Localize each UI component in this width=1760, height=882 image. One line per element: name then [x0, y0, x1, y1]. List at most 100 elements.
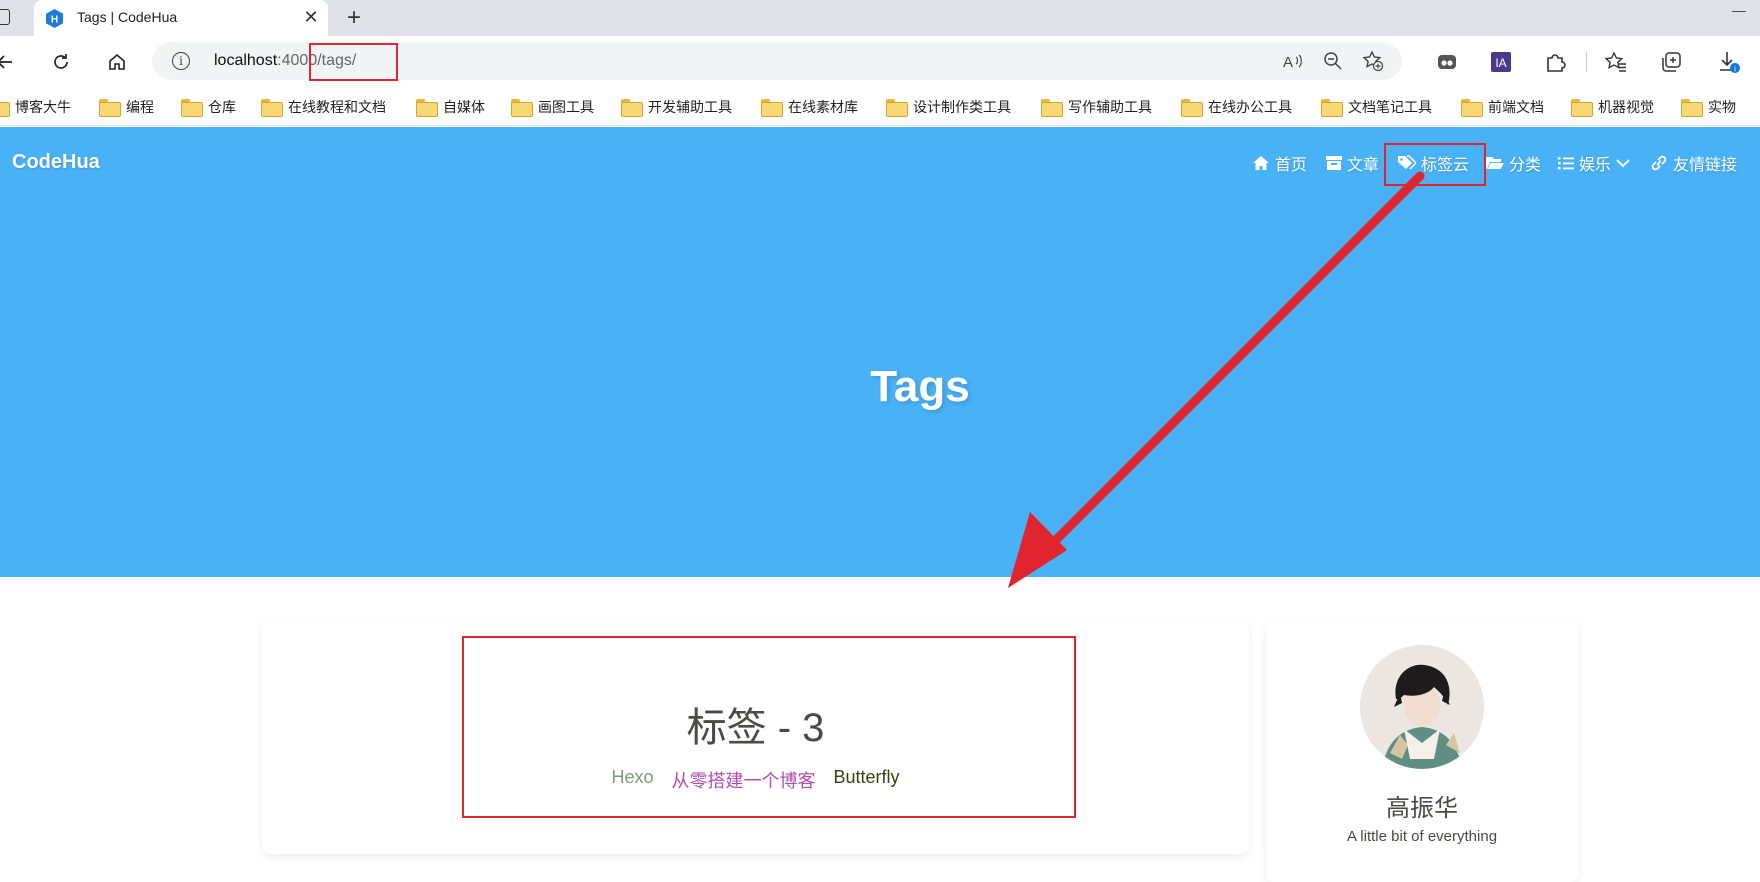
- bookmark-folder[interactable]: 博客大牛: [0, 94, 71, 120]
- home-icon[interactable]: [102, 47, 132, 77]
- bookmark-folder[interactable]: 画图工具: [511, 94, 594, 120]
- menu-item-archives[interactable]: 文章: [1326, 151, 1379, 175]
- bookmark-folder[interactable]: 设计制作类工具: [886, 94, 1011, 120]
- bookmark-folder[interactable]: 仓库: [181, 94, 236, 120]
- menu-item-entertainment[interactable]: 娱乐: [1558, 151, 1630, 175]
- bookmark-folder[interactable]: 自媒体: [416, 94, 485, 120]
- folder-icon: [1321, 99, 1343, 117]
- folder-icon: [621, 99, 643, 117]
- annotation-box-tag-cloud: [462, 636, 1076, 818]
- bookmark-folder[interactable]: 写作辅助工具: [1041, 94, 1152, 120]
- author-name: 高振华: [1386, 795, 1458, 822]
- author-description: A little bit of everything: [1346, 828, 1498, 845]
- extensions-puzzle-icon[interactable]: [1540, 47, 1570, 77]
- folder-icon: [886, 99, 908, 117]
- bookmark-folder[interactable]: 文档笔记工具: [1321, 94, 1432, 120]
- address-host: localhost: [214, 52, 278, 69]
- menu-item-label: 分类: [1509, 157, 1542, 174]
- site-name-link[interactable]: CodeHua: [12, 151, 100, 174]
- folder-icon: [1181, 99, 1203, 117]
- bookmark-label: 前端文档: [1488, 99, 1544, 115]
- bookmark-folder[interactable]: 机器视觉: [1571, 94, 1654, 120]
- extension-ia-icon[interactable]: IA: [1486, 47, 1516, 77]
- extension-games-icon[interactable]: [1432, 47, 1462, 77]
- folder-icon: [1571, 99, 1593, 117]
- archive-icon: [1326, 156, 1342, 170]
- annotation-box-url-path: [309, 43, 398, 81]
- refresh-icon[interactable]: [46, 47, 76, 77]
- zoom-out-icon[interactable]: [1322, 50, 1344, 72]
- bookmark-label: 画图工具: [538, 99, 594, 115]
- author-info-card: 高振华 A little bit of everything: [1266, 622, 1578, 882]
- bookmark-folder[interactable]: 编程: [99, 94, 154, 120]
- page-title: Tags: [870, 362, 970, 411]
- folder-icon: [99, 99, 121, 117]
- bookmark-label: 实物: [1708, 99, 1736, 115]
- svg-text:H: H: [51, 15, 58, 26]
- list-icon: [1558, 157, 1574, 170]
- folder-icon: [761, 99, 783, 117]
- bookmark-label: 在线教程和文档: [288, 99, 386, 115]
- bookmark-folder[interactable]: 在线素材库: [761, 94, 858, 120]
- downloads-icon[interactable]: i: [1714, 47, 1744, 77]
- add-favorite-icon[interactable]: [1362, 50, 1384, 72]
- browser-tab-active[interactable]: H Tags | CodeHua ✕: [34, 0, 328, 36]
- tab-title: Tags | CodeHua: [77, 9, 178, 25]
- folder-icon: [261, 99, 283, 117]
- folder-icon: [181, 99, 203, 117]
- bookmark-folder[interactable]: 开发辅助工具: [621, 94, 732, 120]
- link-icon: [1651, 155, 1667, 171]
- bookmarks-bar: 博客大牛 编程 仓库 在线教程和文档 自媒体 画图工具 开发辅助工具 在线素材库…: [0, 88, 1760, 126]
- hexo-favicon-icon: H: [46, 9, 63, 28]
- browser-tab-strip: H Tags | CodeHua ✕ + —: [0, 0, 1760, 36]
- folder-open-icon: [1486, 157, 1504, 169]
- new-tab-button[interactable]: +: [340, 4, 368, 32]
- menu-item-label: 文章: [1347, 157, 1380, 174]
- svg-text:i: i: [1734, 65, 1736, 74]
- read-aloud-icon[interactable]: A: [1282, 50, 1304, 72]
- bookmark-label: 在线办公工具: [1208, 99, 1292, 115]
- menu-item-label: 娱乐: [1579, 157, 1612, 174]
- bookmark-label: 设计制作类工具: [913, 99, 1011, 115]
- menu-item-links[interactable]: 友情链接: [1650, 151, 1737, 175]
- menu-item-home[interactable]: 首页: [1252, 151, 1307, 175]
- folder-icon: [511, 99, 533, 117]
- folder-icon: [416, 99, 438, 117]
- bookmark-label: 仓库: [208, 99, 236, 115]
- favorites-icon[interactable]: [1601, 47, 1631, 77]
- folder-icon: [1041, 99, 1063, 117]
- folder-icon: [1681, 99, 1703, 117]
- extension-ia-label: IA: [1495, 56, 1506, 70]
- svg-text:A: A: [1283, 54, 1293, 70]
- site-info-icon[interactable]: i: [172, 52, 190, 70]
- bookmark-folder[interactable]: 前端文档: [1461, 94, 1544, 120]
- folder-icon: [0, 99, 10, 117]
- bookmark-label: 编程: [126, 99, 154, 115]
- bookmark-folder[interactable]: 在线办公工具: [1181, 94, 1292, 120]
- bookmark-label: 机器视觉: [1598, 99, 1654, 115]
- tab-close-icon[interactable]: ✕: [300, 6, 322, 28]
- back-arrow-icon[interactable]: [0, 47, 20, 77]
- bookmark-label: 写作辅助工具: [1068, 99, 1152, 115]
- menu-item-label: 友情链接: [1673, 157, 1738, 174]
- bookmark-label: 开发辅助工具: [648, 99, 732, 115]
- tab-actions-icon[interactable]: [0, 9, 10, 25]
- page-header-banner: CodeHua 首页 文章 标签云 分类 娱乐 友情链接 Tags: [0, 127, 1760, 577]
- bookmark-label: 博客大牛: [15, 99, 71, 115]
- annotation-box-tags-menu: [1384, 143, 1486, 186]
- bookmark-folder[interactable]: 实物: [1681, 94, 1736, 120]
- avatar[interactable]: [1360, 645, 1484, 769]
- bookmark-label: 自媒体: [443, 99, 485, 115]
- bookmark-label: 文档笔记工具: [1348, 99, 1432, 115]
- collections-icon[interactable]: [1656, 47, 1686, 77]
- chevron-down-icon: [1616, 159, 1630, 168]
- bookmark-folder[interactable]: 在线教程和文档: [261, 94, 386, 120]
- toolbar-divider: [1586, 52, 1587, 72]
- menu-item-label: 首页: [1275, 157, 1308, 174]
- menu-item-categories[interactable]: 分类: [1486, 151, 1541, 175]
- window-minimize-button[interactable]: —: [1732, 2, 1746, 18]
- bookmark-label: 在线素材库: [788, 99, 858, 115]
- folder-icon: [1461, 99, 1483, 117]
- browser-toolbar: i localhost:4000/tags/ A IA i: [0, 36, 1760, 88]
- home-icon: [1253, 156, 1269, 170]
